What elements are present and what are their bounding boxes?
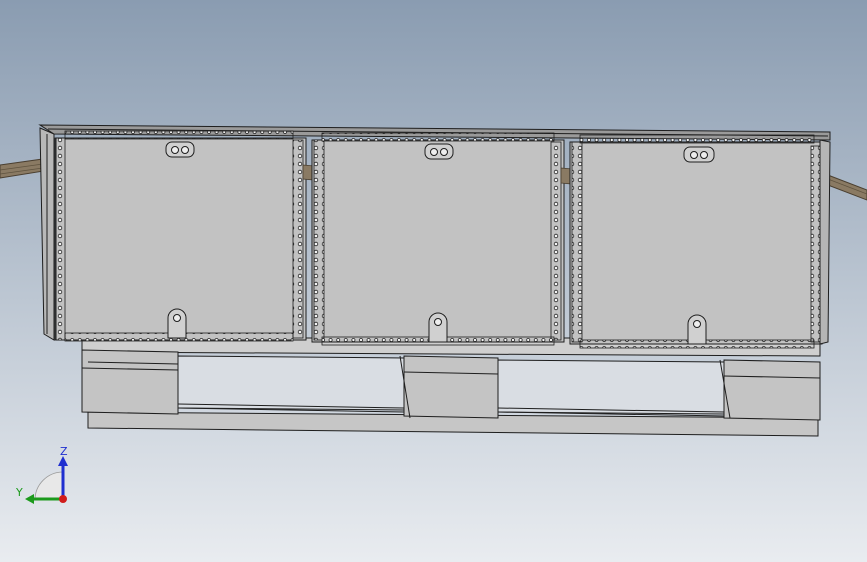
crate-3-frame-left: [571, 141, 583, 343]
pallet-block-middle: [403, 355, 499, 419]
crate-1-lift-bracket-top: [165, 141, 195, 158]
crate-2-panel: [311, 139, 565, 343]
pallet-opening-left: [177, 355, 405, 411]
crate-2-lift-bracket-bottom: [428, 312, 448, 343]
crate-2-frame-left: [313, 139, 325, 341]
model-view[interactable]: Z Y: [0, 0, 867, 562]
crate-1-frame-left: [54, 137, 66, 341]
pallet: [81, 337, 821, 437]
triad-z-label: Z: [60, 445, 68, 458]
pallet-block-left: [81, 349, 179, 415]
crate-2-frame-right: [550, 141, 562, 341]
crate-2: [311, 132, 565, 346]
pallet-opening-right: [497, 359, 725, 415]
cad-viewport[interactable]: Z Y: [0, 0, 867, 562]
crate-1: [54, 130, 307, 342]
triad-x-axis-icon: [59, 495, 67, 503]
crate-1-lift-bracket-bottom: [167, 308, 187, 339]
crate-3-lift-bracket-bottom: [687, 314, 707, 345]
crate-3-frame-top: [579, 134, 815, 144]
crate-1-frame-right: [292, 139, 304, 339]
triad-y-label: Y: [15, 486, 23, 499]
crate-3-lift-bracket-top: [683, 146, 715, 163]
crate-1-frame-top: [64, 130, 294, 140]
crate-2-lift-bracket-top: [424, 143, 454, 160]
pallet-block-right: [723, 359, 821, 421]
crate-2-frame-top: [321, 132, 555, 142]
crate-3-panel: [569, 141, 823, 345]
crate-3: [569, 134, 823, 349]
crate-right-end: [819, 139, 831, 345]
